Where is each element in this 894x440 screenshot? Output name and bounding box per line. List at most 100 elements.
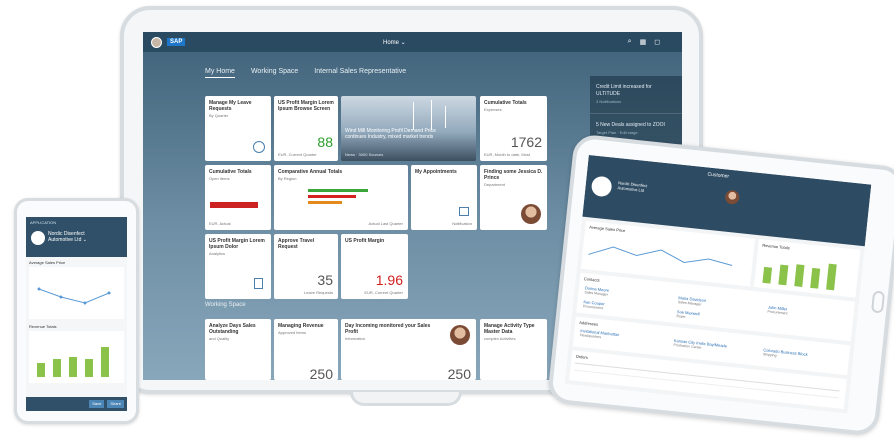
shell-bar: SAP Home ⌄ ⌕ ▦ ◻ bbox=[143, 32, 682, 52]
shell-title-menu[interactable]: Home ⌄ bbox=[383, 39, 406, 46]
kpi-value: 250 bbox=[447, 366, 471, 380]
tile-day-incoming[interactable]: Day Incoming monitored your Sales Profit… bbox=[341, 319, 476, 380]
kpi-value: 1.96 bbox=[375, 272, 403, 288]
tile-us-profit-margin[interactable]: US Profit Margin 1.96 EUR, Current Quart… bbox=[341, 234, 408, 299]
contact-card[interactable]: John Miller Procurement bbox=[767, 305, 788, 316]
save-button[interactable]: Save bbox=[89, 400, 105, 408]
contact-photo bbox=[724, 189, 740, 205]
phone-footer: Save Share bbox=[26, 397, 127, 411]
tile-subtitle: Approved Items bbox=[278, 330, 307, 335]
tile-title: Cumulative Totals bbox=[484, 100, 527, 106]
tile-footer: Leave Requests bbox=[304, 290, 333, 295]
kpi-value: 1762 bbox=[510, 134, 542, 150]
phone-screen: APPLICATION Nordic Disenfect Automotive … bbox=[26, 217, 127, 411]
company-logo bbox=[590, 175, 613, 198]
launchpad-tabs: My Home Working Space Internal Sales Rep… bbox=[205, 68, 406, 78]
document-icon bbox=[254, 278, 263, 289]
tile-subtitle: Department bbox=[484, 182, 505, 187]
news-source: News · 3000 Sources bbox=[345, 152, 384, 157]
search-icon[interactable]: ⌕ bbox=[628, 38, 632, 46]
contact-role: Procurement bbox=[582, 304, 604, 311]
tile-subtitle: By Region bbox=[278, 176, 297, 181]
tile-footer: EUR, Current Quarter bbox=[278, 152, 317, 157]
tile-comparative-annual[interactable]: Comparative Annual Totals By Region Actu… bbox=[274, 165, 408, 230]
tile-subtitle: complex Activities bbox=[484, 336, 516, 341]
tile-title: Comparative Annual Totals bbox=[278, 169, 343, 175]
contact-card[interactable]: Donna Moore Sales Manager bbox=[584, 285, 609, 296]
user-avatar[interactable] bbox=[151, 36, 162, 48]
notification-text: Credit Limit increased for ULTITUDE bbox=[596, 84, 652, 97]
bar bbox=[101, 347, 109, 377]
contact-photo bbox=[450, 325, 470, 345]
device-composition: SAP Home ⌄ ⌕ ▦ ◻ My Home Working Space I… bbox=[0, 0, 894, 440]
tile-analyze-dso[interactable]: Analyze Days Sales Outstanding and Quali… bbox=[205, 319, 271, 380]
line-chart-svg bbox=[37, 287, 111, 305]
phone-title: Nordic Disenfect Automotive Ltd ⌄ bbox=[48, 231, 87, 243]
notification-item[interactable]: Credit Limit increased for ULTITUDE 3 No… bbox=[590, 76, 682, 114]
tile-appointments[interactable]: My Appointments Notification bbox=[411, 165, 477, 230]
tile-subtitle: Expenses bbox=[484, 107, 502, 112]
tab-my-home[interactable]: My Home bbox=[205, 68, 235, 78]
contact-card[interactable]: Ken Cooper Procurement bbox=[583, 299, 605, 310]
tile-cumulative-1762[interactable]: Cumulative Totals Expenses 1762 EUR, Mon… bbox=[480, 96, 547, 161]
windmill-illustration bbox=[431, 100, 432, 130]
tile-title: Finding some Jessica D. Prince bbox=[484, 169, 543, 181]
comparison-bar bbox=[308, 201, 342, 204]
windmill-illustration bbox=[445, 106, 446, 128]
bar bbox=[778, 264, 789, 286]
tablet: Customer Nordic Disenfect Automotive Ltd… bbox=[546, 133, 894, 437]
tile-approve-travel[interactable]: Approve Travel Request 35 Leave Requests bbox=[274, 234, 338, 299]
tile-footer: EUR, Current Quarter bbox=[364, 290, 403, 295]
company-logo bbox=[31, 231, 45, 245]
tile-footer: Notification bbox=[452, 221, 472, 226]
tile-managing-revenue[interactable]: Managing Revenue Approved Items 250 bbox=[274, 319, 338, 380]
tile-title: US Profit Margin Lorem Ipsum Dolor bbox=[209, 238, 265, 250]
kpi-value: 35 bbox=[317, 272, 333, 288]
contact-card[interactable]: Maria Davidson Sales Manager bbox=[678, 295, 707, 307]
share-button[interactable]: Share bbox=[107, 400, 124, 408]
phone-header: APPLICATION Nordic Disenfect Automotive … bbox=[26, 217, 127, 257]
bell-icon[interactable]: ◻ bbox=[654, 38, 660, 46]
tile-title: Manage Activity Type Master Data bbox=[484, 323, 535, 335]
tile-title: US Profit Margin Lorem Ipsum Browse Scre… bbox=[278, 100, 334, 112]
tile-title: Managing Revenue bbox=[278, 323, 324, 329]
phone-line-chart bbox=[29, 267, 124, 319]
kpi-value: 88 bbox=[317, 134, 333, 150]
news-caption: Wind Mill Monitoring Profil Demand Price… bbox=[345, 128, 436, 140]
contact-card[interactable]: Sue Maxwell Buyer bbox=[676, 309, 700, 320]
section-working-space: Working Space bbox=[205, 302, 246, 308]
bar bbox=[69, 357, 77, 377]
tile-profit-margin-88[interactable]: US Profit Margin Lorem Ipsum Browse Scre… bbox=[274, 96, 338, 161]
tile-title: Manage My Leave Requests bbox=[209, 100, 252, 112]
monitor-stand bbox=[350, 392, 462, 406]
bar bbox=[53, 359, 61, 377]
tablet-bar-chart: Revenue Totals bbox=[753, 239, 861, 298]
tile-title: Approve Travel Request bbox=[278, 238, 315, 250]
grid-icon[interactable]: ▦ bbox=[640, 38, 647, 46]
tile-contact-profile[interactable]: Finding some Jessica D. Prince Departmen… bbox=[480, 165, 547, 230]
tile-us-margin-form[interactable]: US Profit Margin Lorem Ipsum Dolor Analy… bbox=[205, 234, 271, 299]
notification-text: 5 New Deals assigned to ZOOI bbox=[596, 122, 665, 128]
tile-subtitle: Analytics bbox=[209, 251, 226, 256]
tablet-screen: Customer Nordic Disenfect Automotive Ltd… bbox=[564, 154, 872, 414]
tile-title: US Profit Margin bbox=[345, 238, 385, 244]
bullet-bar bbox=[210, 202, 258, 208]
sap-logo: SAP bbox=[167, 38, 186, 46]
notification-meta: Target Plan · Edit stage bbox=[596, 130, 638, 135]
tab-internal-sales[interactable]: Internal Sales Representative bbox=[314, 68, 406, 78]
tab-working-space[interactable]: Working Space bbox=[251, 68, 298, 78]
tile-manage-leave[interactable]: Manage My Leave Requests By Quarter bbox=[205, 96, 271, 161]
tile-title: Analyze Days Sales Outstanding bbox=[209, 323, 256, 335]
tile-activity-type[interactable]: Manage Activity Type Master Data complex… bbox=[480, 319, 547, 380]
contact-photo bbox=[521, 204, 541, 224]
smartphone: APPLICATION Nordic Disenfect Automotive … bbox=[14, 198, 139, 424]
bar bbox=[762, 266, 773, 284]
bar bbox=[794, 264, 805, 287]
title-line[interactable]: Automotive Ltd ⌄ bbox=[48, 237, 87, 243]
tile-cumulative-bar[interactable]: Cumulative Totals Open items EUR, Actual bbox=[205, 165, 271, 230]
phone-bar-chart bbox=[29, 331, 124, 383]
tablet-company: Nordic Disenfect Automotive Ltd bbox=[617, 180, 647, 193]
tile-news-windmill[interactable]: Wind Mill Monitoring Profil Demand Price… bbox=[341, 96, 476, 161]
calendar-icon bbox=[459, 207, 469, 216]
comparison-bar bbox=[308, 189, 368, 192]
